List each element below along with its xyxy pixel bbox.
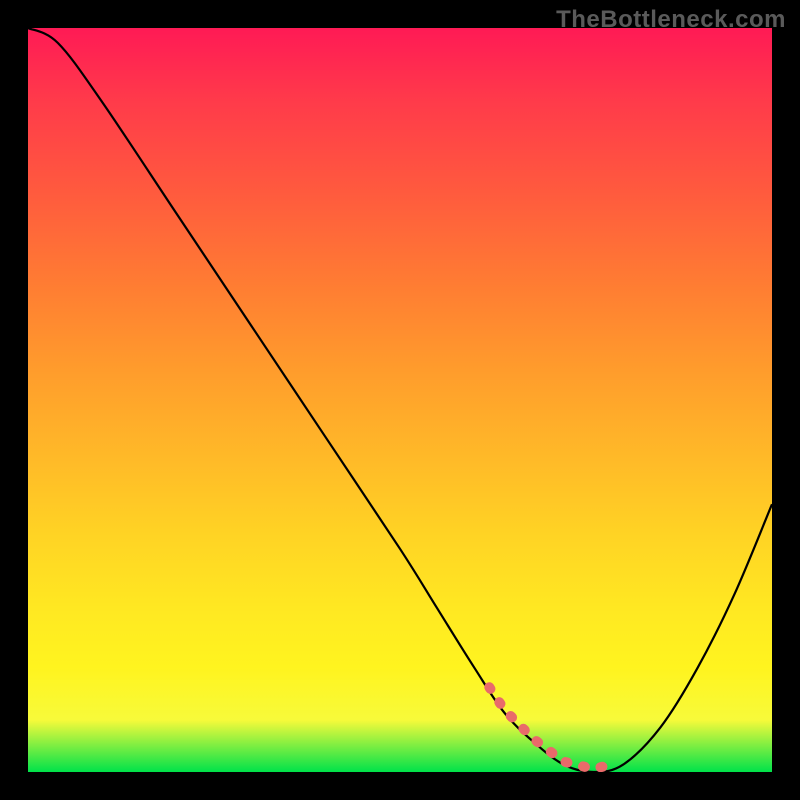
chart-svg xyxy=(28,28,772,772)
chart-plot-area xyxy=(28,28,772,772)
chart-optimal-marker xyxy=(489,687,608,769)
watermark-text: TheBottleneck.com xyxy=(556,6,786,34)
chart-curve xyxy=(28,28,772,772)
